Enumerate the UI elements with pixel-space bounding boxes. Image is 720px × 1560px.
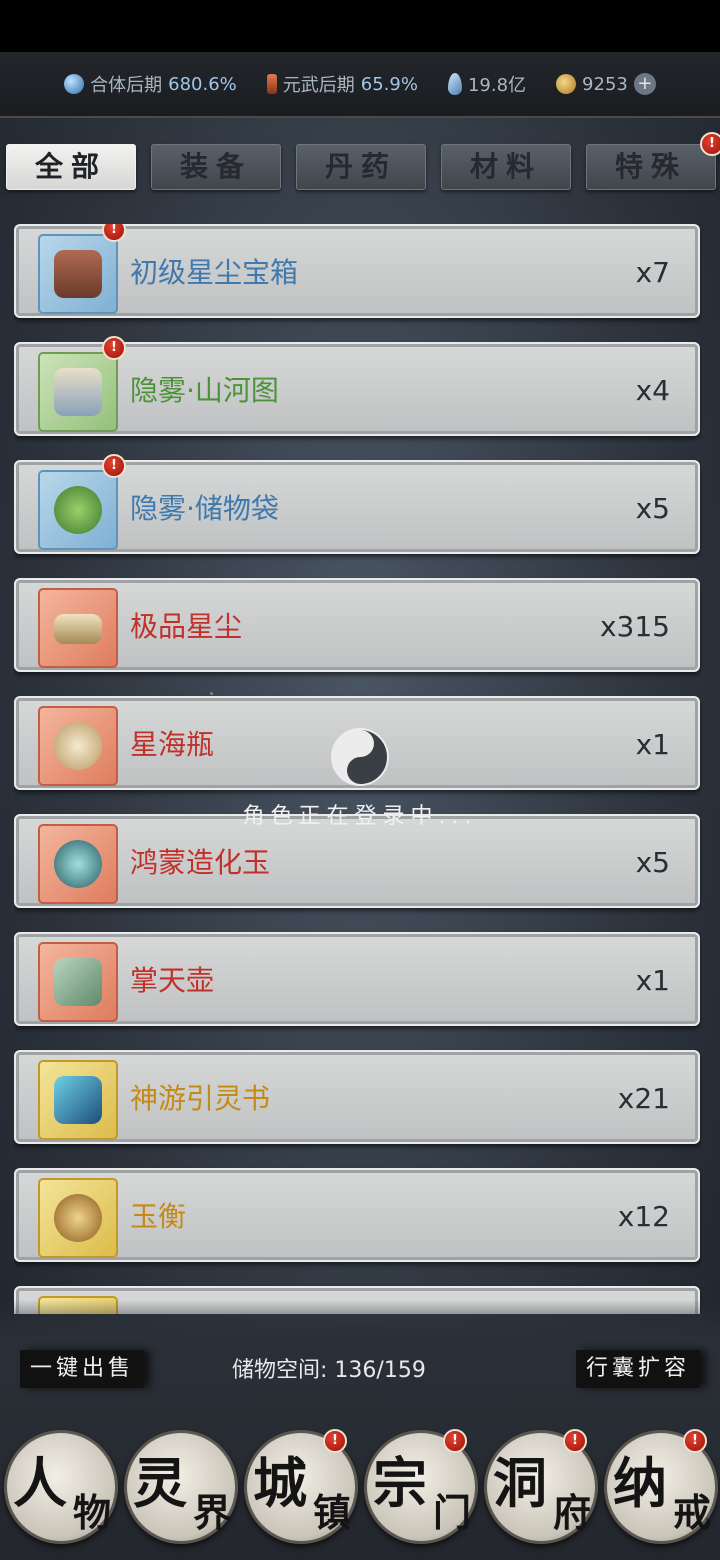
cave-alert-badge: ! <box>563 1429 587 1453</box>
item-quantity: x12 <box>617 1200 670 1233</box>
nav-label-main: 宗 <box>373 1451 427 1515</box>
tab-special-wrap: 特殊 ! <box>586 132 720 190</box>
tab-equipment[interactable]: 装备 <box>151 144 281 190</box>
crystal-value: 19.8亿 <box>467 75 527 96</box>
list-item[interactable]: ! 隐雾·储物袋 x5 <box>14 454 700 554</box>
yin-yang-icon <box>331 728 389 786</box>
crystal-icon <box>447 73 462 95</box>
sect-alert-badge: ! <box>443 1429 467 1453</box>
item-name: 隐雾·储物袋 <box>130 492 279 525</box>
item-name: 鸿蒙造化玉 <box>130 846 271 879</box>
item-quantity: x7 <box>635 256 670 289</box>
tab-pills[interactable]: 丹药 <box>296 144 426 190</box>
nav-label-main: 纳 <box>613 1451 667 1515</box>
item-quantity: x5 <box>635 846 670 879</box>
item-thumbnail <box>38 1178 118 1258</box>
martial-value: 65.9% <box>360 73 418 95</box>
list-item[interactable]: 极品星尘 x315 <box>14 578 700 672</box>
martial-stat: 元武后期 65.9% <box>266 71 418 97</box>
nav-label-sub: 镇 <box>312 1490 351 1535</box>
category-tabs: 全部 装备 丹药 材料 特殊 ! <box>6 132 720 190</box>
nav-sect[interactable]: 宗 门 ! <box>364 1429 478 1544</box>
nav-label-sub: 府 <box>552 1490 591 1535</box>
realm-label: 合体后期 <box>90 75 163 96</box>
nav-spirit-realm[interactable]: 灵 界 <box>124 1430 238 1544</box>
nav-cave-abode[interactable]: 洞 府 ! <box>484 1429 598 1544</box>
crystal-stat: 19.8亿 <box>447 71 527 97</box>
jade-icon <box>54 840 102 888</box>
nav-label-main: 人 <box>13 1451 67 1515</box>
storage-capacity: 储物空间: 136/159 <box>232 1352 426 1384</box>
new-badge: ! <box>102 454 126 478</box>
storage-label: 储物空间: <box>232 1358 328 1383</box>
coin-value: 9253 <box>582 73 628 95</box>
nav-storage-ring[interactable]: 纳 戒 ! <box>604 1429 718 1544</box>
add-coin-icon[interactable]: + <box>633 73 656 95</box>
nav-label-sub: 门 <box>432 1490 471 1535</box>
realm-value: 680.6% <box>168 73 237 95</box>
book-scroll-icon <box>54 1076 102 1124</box>
martial-label: 元武后期 <box>282 75 355 96</box>
item-thumbnail <box>38 942 118 1022</box>
loading-indicator: 角色正在登录中... <box>0 728 720 830</box>
item-thumbnail <box>38 352 118 432</box>
list-item[interactable]: ! 初级星尘宝箱 x7 <box>14 224 700 318</box>
storage-value: 136/159 <box>334 1358 426 1383</box>
item-thumbnail <box>38 234 118 314</box>
sell-all-button[interactable]: 一键出售 <box>20 1350 145 1388</box>
item-name: 极品星尘 <box>130 610 243 643</box>
nav-label-sub: 界 <box>192 1490 231 1535</box>
item-quantity: x1 <box>635 964 670 997</box>
item-thumbnail <box>38 824 118 904</box>
jade-disc-icon <box>54 1194 102 1242</box>
item-thumbnail <box>38 1060 118 1140</box>
nav-label-sub: 戒 <box>672 1490 711 1535</box>
realm-icon <box>64 74 85 94</box>
item-name: 神游引灵书 <box>130 1082 271 1115</box>
list-item[interactable]: ! 隐雾·山河图 x4 <box>14 336 700 436</box>
coin-stat: 9253 + <box>556 73 656 95</box>
martial-icon <box>266 74 277 94</box>
nav-label-main: 洞 <box>493 1451 547 1515</box>
tab-special[interactable]: 特殊 <box>586 144 716 190</box>
town-alert-badge: ! <box>323 1429 347 1453</box>
stardust-icon <box>54 614 102 644</box>
treasure-chest-icon <box>54 250 102 298</box>
item-thumbnail <box>38 588 118 668</box>
nav-label-sub: 物 <box>72 1490 111 1535</box>
item-thumbnail <box>38 470 118 550</box>
coin-icon <box>556 74 577 94</box>
loading-text: 角色正在登录中... <box>242 804 478 829</box>
vessel-icon <box>54 958 102 1006</box>
item-name: 初级星尘宝箱 <box>130 256 299 289</box>
new-badge: ! <box>102 224 126 242</box>
main-nav: 人 物 灵 界 城 镇 ! 宗 门 ! 洞 府 ! 纳 戒 ! <box>0 1429 720 1560</box>
nav-label-main: 城 <box>253 1451 307 1515</box>
list-item[interactable]: 神游引灵书 x21 <box>14 1050 700 1144</box>
scroll-icon <box>54 368 102 416</box>
item-quantity: x4 <box>635 374 670 407</box>
realm-stat: 合体后期 680.6% <box>64 71 237 97</box>
list-item[interactable]: 掌天壶 x1 <box>14 932 700 1026</box>
item-quantity: x5 <box>635 492 670 525</box>
new-badge: ! <box>102 336 126 360</box>
pouch-icon <box>54 486 102 534</box>
special-alert-badge: ! <box>700 132 720 156</box>
nav-town[interactable]: 城 镇 ! <box>244 1429 358 1544</box>
tab-all[interactable]: 全部 <box>6 144 136 190</box>
list-item[interactable]: 玉衡 x12 <box>14 1168 700 1262</box>
item-name: 掌天壶 <box>130 964 215 997</box>
item-quantity: x315 <box>599 610 670 643</box>
item-name: 隐雾·山河图 <box>130 374 279 407</box>
resource-bar: 合体后期 680.6% 元武后期 65.9% 19.8亿 9253 + <box>0 52 720 118</box>
expand-bag-button[interactable]: 行囊扩容 <box>575 1350 700 1388</box>
item-name: 玉衡 <box>130 1200 187 1233</box>
item-quantity: x21 <box>617 1082 670 1115</box>
nav-label-main: 灵 <box>133 1451 187 1515</box>
tab-materials[interactable]: 材料 <box>441 144 571 190</box>
nav-character[interactable]: 人 物 <box>4 1430 118 1544</box>
ring-alert-badge: ! <box>683 1429 707 1453</box>
